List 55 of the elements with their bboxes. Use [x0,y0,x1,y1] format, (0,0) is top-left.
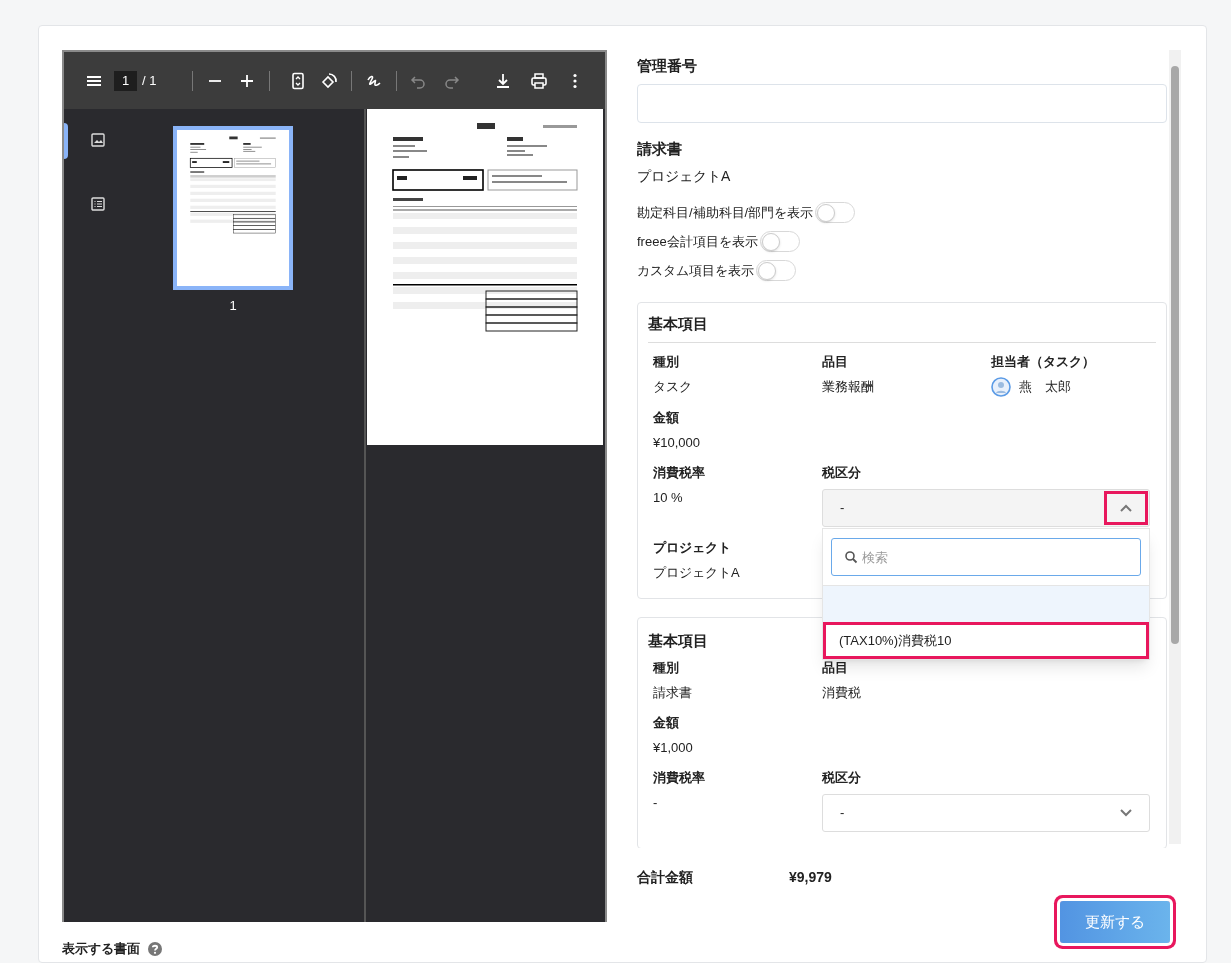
toggle-label: カスタム項目を表示 [637,261,754,280]
toggle-label: freee会計項目を表示 [637,232,758,251]
field-label: 消費税率 [653,464,705,482]
toggle-label: 勘定科目/補助科目/部門を表示 [637,203,814,222]
document-name: プロジェクトA [637,167,731,186]
total-label: 合計金額 [637,868,694,887]
field-value: 消費税 [822,684,861,702]
dropdown-option[interactable]: (TAX10%)消費税10 [823,622,1149,659]
field-label: プロジェクト [653,539,731,557]
toggle-switch[interactable] [759,231,800,252]
page-thumbnail[interactable] [173,126,293,290]
avatar-icon [991,377,1011,397]
search-icon [844,550,858,564]
thumbnail-label: 1 [229,297,237,315]
field-value: ¥1,000 [653,739,693,757]
field-label: 担当者（タスク） [991,353,1095,371]
field-value: 業務報酬 [822,378,874,396]
document-title: 請求書 [637,139,682,159]
field-label: 品目 [822,353,848,371]
search-field[interactable]: 検索 [831,538,1141,576]
field-label: 種別 [653,659,679,677]
field-label: 管理番号 [637,56,697,76]
select-value: - [840,499,845,518]
scrollbar[interactable] [1169,50,1181,844]
list-icon[interactable] [89,195,107,213]
field-label: 種別 [653,353,679,371]
help-icon[interactable] [148,941,162,956]
field-value: - [653,794,658,812]
image-icon[interactable] [89,131,107,149]
field-value: プロジェクトA [653,564,740,582]
field-label: 税区分 [822,769,861,787]
page-count: / 1 [142,71,157,90]
field-value: 10 % [653,489,683,507]
select-field[interactable]: - [822,794,1150,832]
text-input[interactable] [637,84,1167,123]
toggle-switch[interactable] [756,260,796,281]
card-title: 基本項目 [648,314,708,334]
card-title: 基本項目 [648,631,708,651]
rotate-icon[interactable] [319,70,340,91]
select-value: - [840,804,845,823]
toggle-switch[interactable] [815,202,856,223]
field-label: 金額 [653,409,679,427]
page-number-input[interactable]: 1 [114,70,137,91]
field-label: 品目 [822,659,848,677]
total-amount: ¥9,979 [789,868,832,887]
section-label: 表示する書面 [62,940,140,958]
field-label: 税区分 [822,464,861,482]
field-value: タスク [653,378,692,396]
assignee-name: 燕 太郎 [1019,378,1071,397]
chevron-icon[interactable] [1107,494,1145,522]
field-value: ¥10,000 [653,434,700,452]
field-value: 請求書 [653,684,692,702]
print-icon[interactable] [529,70,550,91]
field-label: 消費税率 [653,769,705,787]
field-label: 金額 [653,714,679,732]
